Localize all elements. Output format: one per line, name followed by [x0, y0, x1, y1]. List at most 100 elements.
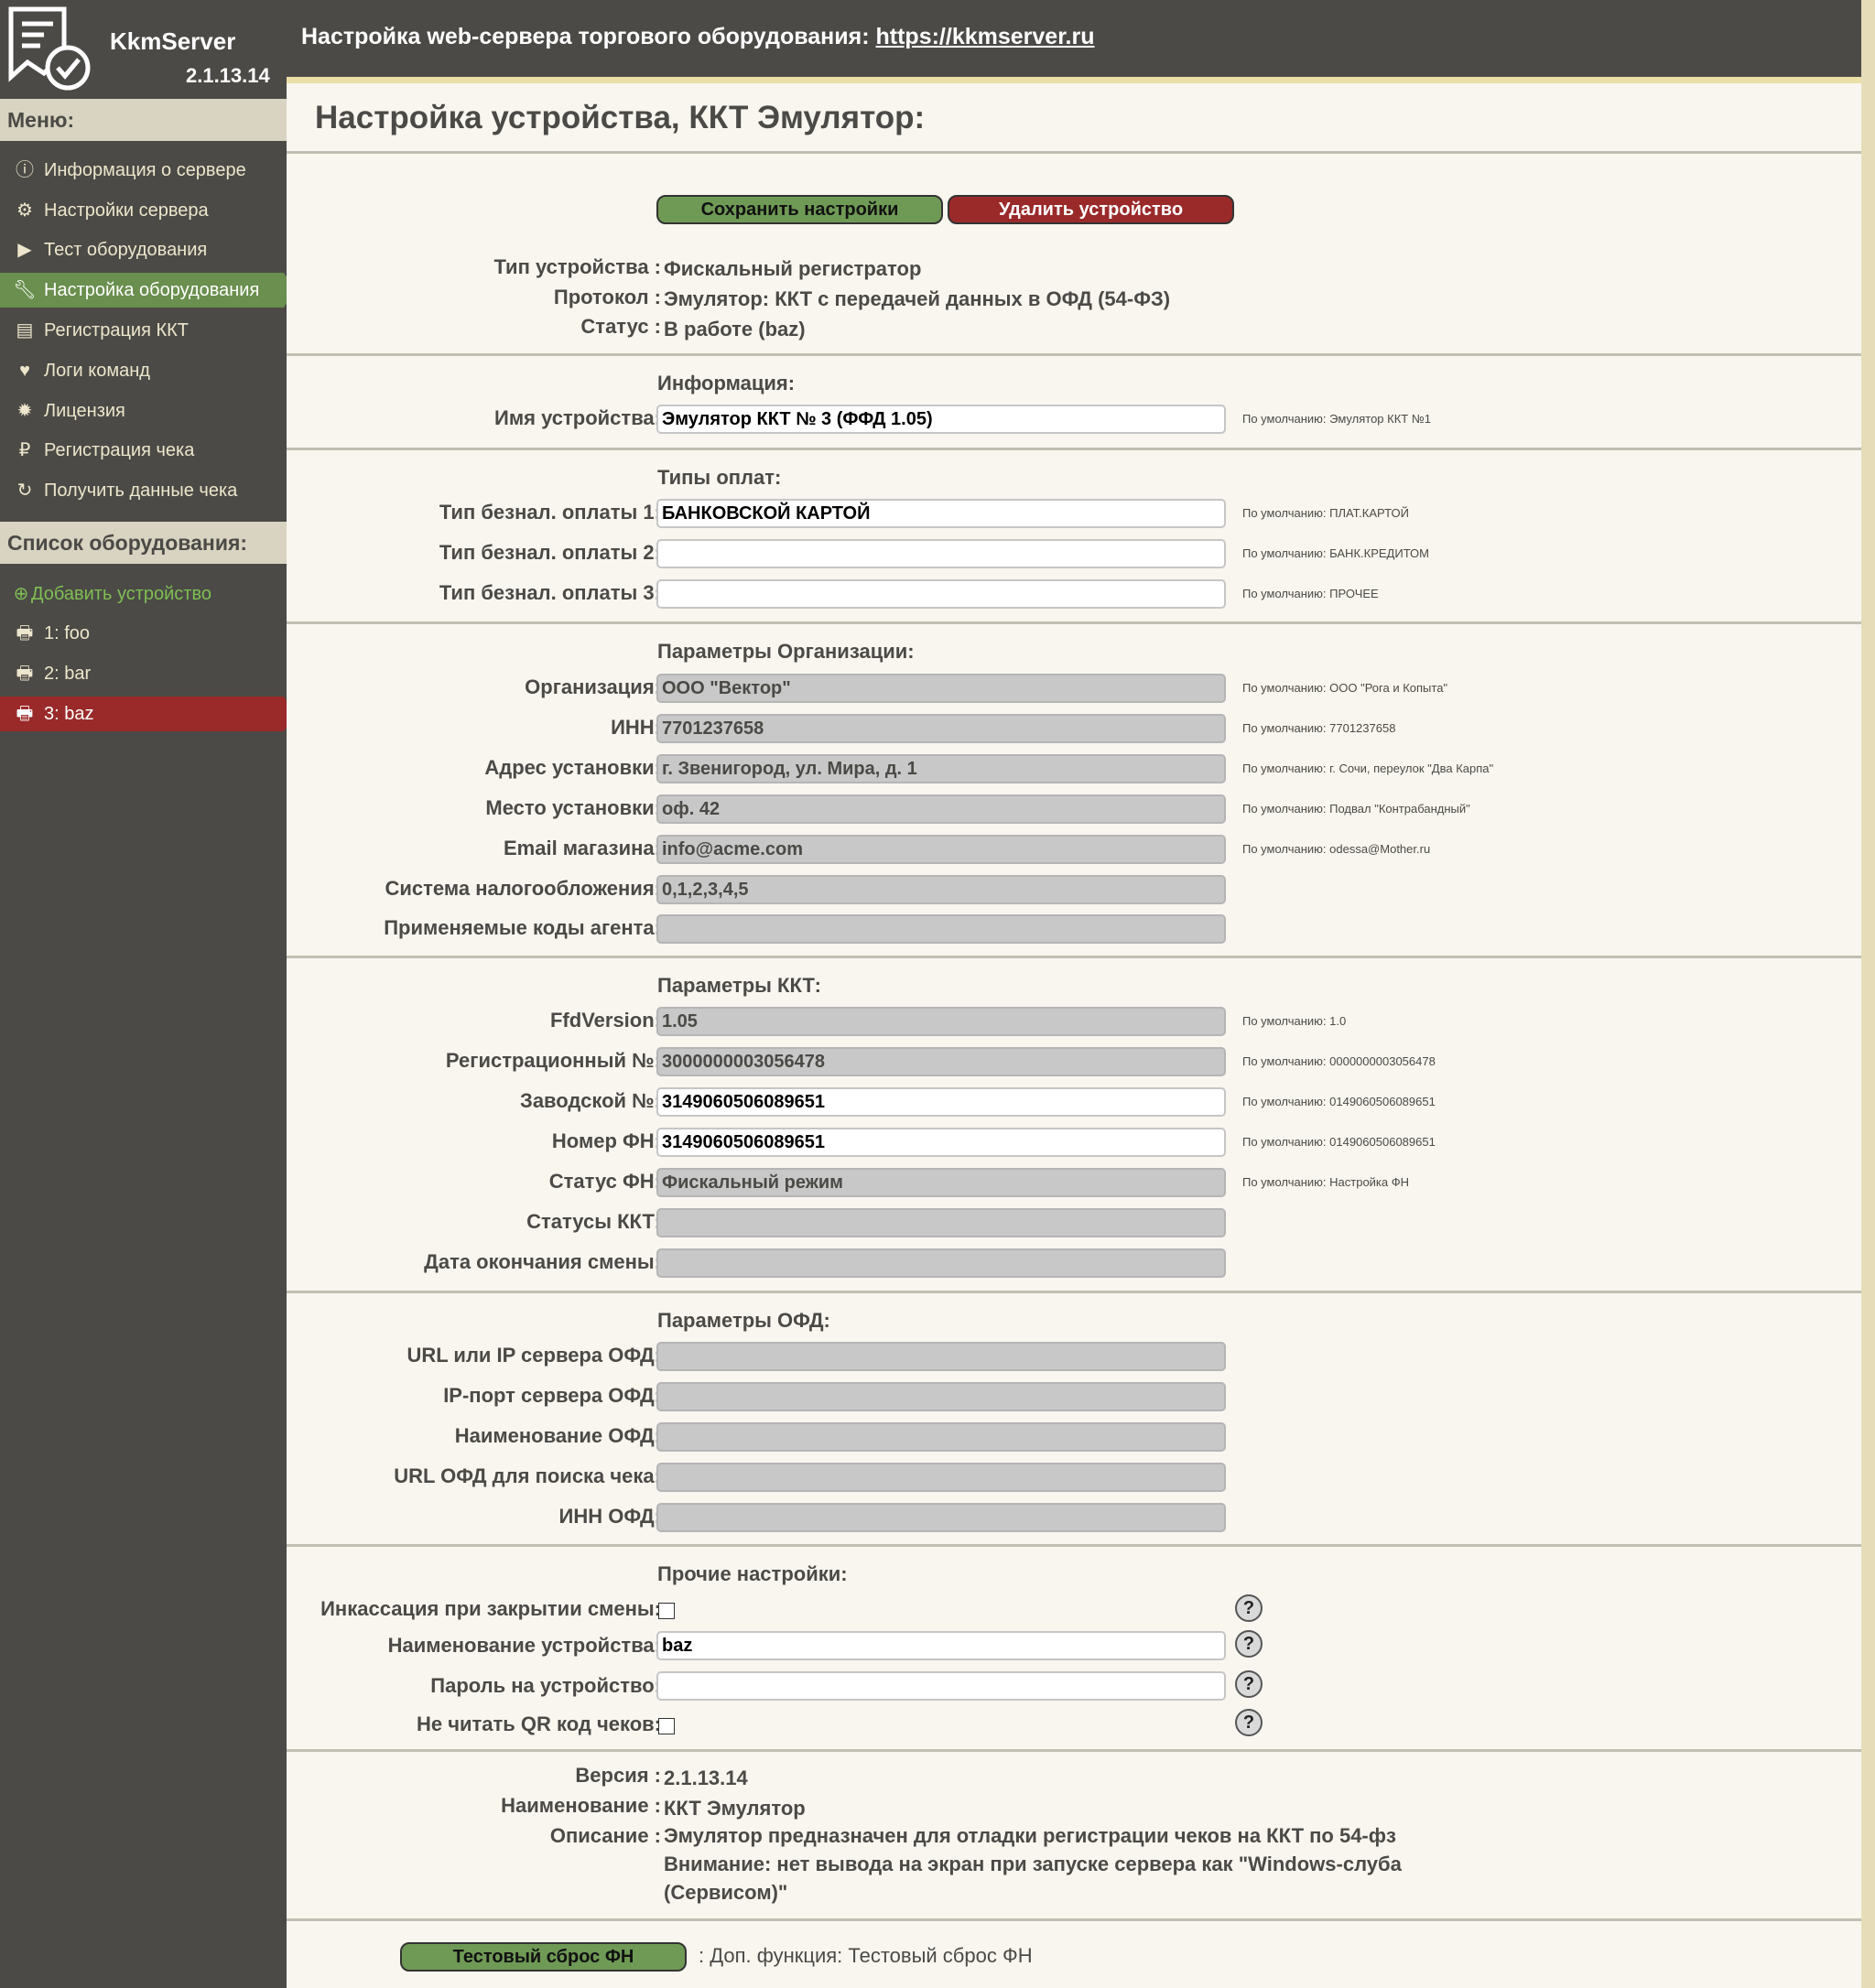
top-bar: Настройка web-сервера торгового оборудов…	[287, 0, 1861, 79]
device-name-input[interactable]: Эмулятор ККТ № 3 (ФФД 1.05)	[656, 405, 1226, 434]
device-title-label: Наименование устройства:	[387, 1634, 661, 1657]
main-content: Настройка устройства, ККТ Эмулятор: Сохр…	[287, 83, 1861, 1988]
add-device-label: Добавить устройство	[31, 584, 211, 604]
ffd-version-hint: По умолчанию: 1.0	[1242, 1014, 1347, 1028]
nav-label: Логи команд	[44, 361, 150, 381]
payment-3-hint: По умолчанию: ПРОЧЕЕ	[1242, 587, 1379, 600]
tax-system-input[interactable]: 0,1,2,3,4,5	[656, 875, 1226, 904]
list-icon: ▤	[16, 320, 34, 340]
shift-end-label: Дата окончания смены:	[424, 1250, 661, 1273]
nav-label: Настройка оборудования	[44, 280, 260, 300]
email-input[interactable]: info@acme.com	[656, 835, 1226, 864]
about-version-label: Версия :	[575, 1764, 661, 1787]
payment-1-input[interactable]: БАНКОВСКОЙ КАРТОЙ	[656, 499, 1226, 528]
heartbeat-icon: ♥	[19, 361, 30, 381]
fn-number-hint: По умолчанию: 0149060506089651	[1242, 1135, 1436, 1149]
about-desc-line: Эмулятор предназначен для отладки регист…	[664, 1824, 1396, 1847]
certificate-icon: ✹	[16, 401, 33, 421]
plus-circle-icon: ⊕	[13, 584, 29, 604]
nav-get-receipt-data[interactable]: ↻ Получить данные чека	[0, 473, 287, 508]
nav-equipment-settings[interactable]: 🔧︎ Настройка оборудования	[0, 273, 295, 308]
no-qr-label: Не читать QR код чеков:	[416, 1712, 661, 1735]
nav-equipment-test[interactable]: ▶ Тест оборудования	[0, 232, 287, 267]
ofd-search-url-input[interactable]	[656, 1463, 1226, 1492]
ofd-port-label: IP-порт сервера ОФД:	[443, 1384, 661, 1407]
device-item-foo[interactable]: 🖶 1: foo	[0, 616, 287, 651]
address-label: Адрес установки:	[484, 756, 661, 779]
payment-3-input[interactable]	[656, 579, 1226, 609]
about-name-value: ККТ Эмулятор	[664, 1797, 806, 1820]
no-qr-help-icon[interactable]: ?	[1235, 1709, 1263, 1736]
device-name-label: Имя устройства:	[494, 406, 661, 429]
nav-license[interactable]: ✹ Лицензия	[0, 394, 287, 428]
place-hint: По умолчанию: Подвал "Контрабандный"	[1242, 802, 1470, 816]
inn-hint: По умолчанию: 7701237658	[1242, 721, 1396, 735]
payment-1-label: Тип безнал. оплаты 1:	[439, 501, 661, 524]
nav-server-settings[interactable]: ⚙ Настройки сервера	[0, 193, 287, 228]
org-name-input[interactable]: ООО "Вектор"	[656, 674, 1226, 703]
address-input[interactable]: г. Звенигород, ул. Мира, д. 1	[656, 754, 1226, 783]
ofd-port-input[interactable]	[656, 1382, 1226, 1411]
ofd-inn-input[interactable]	[656, 1503, 1226, 1532]
incass-help-icon[interactable]: ?	[1235, 1594, 1263, 1622]
device-item-baz[interactable]: 🖶 3: baz	[0, 697, 295, 731]
incass-checkbox[interactable]	[658, 1603, 675, 1619]
gears-icon: ⚙	[16, 200, 33, 221]
test-fn-reset-button[interactable]: Тестовый сброс ФН	[400, 1942, 687, 1972]
nav-receipt-registration[interactable]: ₽ Регистрация чека	[0, 433, 287, 468]
add-device-link[interactable]: ⊕ Добавить устройство	[0, 577, 287, 611]
save-settings-button[interactable]: Сохранить настройки	[656, 195, 943, 224]
email-label: Email магазина:	[503, 837, 661, 859]
kkt-statuses-label: Статусы ККТ:	[526, 1210, 661, 1233]
nav-kkt-registration[interactable]: ▤ Регистрация ККТ	[0, 313, 287, 348]
shift-end-input[interactable]	[656, 1248, 1226, 1278]
printer-icon: 🖶	[16, 664, 34, 684]
device-item-bar[interactable]: 🖶 2: bar	[0, 656, 287, 691]
inn-label: ИНН:	[611, 716, 661, 739]
sidebar: KkmServer 2.1.13.14 Меню: ⓘ Информация о …	[0, 0, 295, 1988]
nav-command-logs[interactable]: ♥ Логи команд	[0, 353, 287, 388]
serial-number-label: Заводской №:	[520, 1089, 661, 1112]
top-bar-text: Настройка web-сервера торгового оборудов…	[301, 24, 876, 49]
protocol-value: Эмулятор: ККТ с передачей данных в ОФД (…	[664, 287, 1171, 310]
kkmserver-link[interactable]: https://kkmserver.ru	[876, 24, 1095, 49]
device-type-value: Фискальный регистратор	[664, 257, 922, 280]
fn-number-input[interactable]: 3149060506089651	[656, 1128, 1226, 1157]
fn-status-input[interactable]: Фискальный режим	[656, 1168, 1226, 1197]
ofd-name-input[interactable]	[656, 1422, 1226, 1452]
reg-number-input[interactable]: 3000000003056478	[656, 1047, 1226, 1076]
kkt-statuses-input[interactable]	[656, 1208, 1226, 1237]
about-desc-line: (Сервисом)"	[664, 1881, 788, 1904]
reg-number-label: Регистрационный №:	[445, 1049, 661, 1072]
org-name-label: Организация:	[525, 675, 661, 698]
ffd-version-input[interactable]: 1.05	[656, 1007, 1226, 1036]
delete-device-button[interactable]: Удалить устройство	[948, 195, 1234, 224]
place-input[interactable]: оф. 42	[656, 794, 1226, 824]
org-name-hint: По умолчанию: ООО "Рога и Копыта"	[1242, 681, 1448, 695]
device-label: 3: baz	[44, 704, 94, 724]
status-label: Статус :	[580, 315, 661, 338]
agent-codes-input[interactable]	[656, 914, 1226, 944]
ofd-url-input[interactable]	[656, 1342, 1226, 1371]
payment-2-input[interactable]	[656, 539, 1226, 568]
device-title-input[interactable]: baz	[656, 1631, 1226, 1660]
device-title-help-icon[interactable]: ?	[1235, 1630, 1263, 1658]
password-input[interactable]	[656, 1671, 1226, 1701]
inn-input[interactable]: 7701237658	[656, 714, 1226, 743]
no-qr-checkbox[interactable]	[658, 1718, 675, 1734]
email-hint: По умолчанию: odessa@Mother.ru	[1242, 842, 1431, 856]
info-section-title: Информация:	[657, 372, 796, 394]
ofd-section-title: Параметры ОФД:	[657, 1309, 830, 1332]
serial-number-input[interactable]: 3149060506089651	[656, 1087, 1226, 1117]
divider	[287, 956, 1861, 958]
status-value: В работе (baz)	[664, 318, 806, 340]
serial-number-hint: По умолчанию: 0149060506089651	[1242, 1095, 1436, 1108]
about-description: Эмулятор предназначен для отладки регист…	[664, 1821, 1488, 1907]
payment-2-hint: По умолчанию: БАНК.КРЕДИТОМ	[1242, 546, 1429, 560]
fn-number-label: Номер ФН:	[551, 1129, 661, 1152]
divider	[287, 353, 1861, 356]
ofd-url-label: URL или IP сервера ОФД:	[406, 1344, 661, 1367]
nav-server-info[interactable]: ⓘ Информация о сервере	[0, 153, 287, 188]
kkt-section-title: Параметры ККТ:	[657, 974, 821, 997]
password-help-icon[interactable]: ?	[1235, 1670, 1263, 1698]
